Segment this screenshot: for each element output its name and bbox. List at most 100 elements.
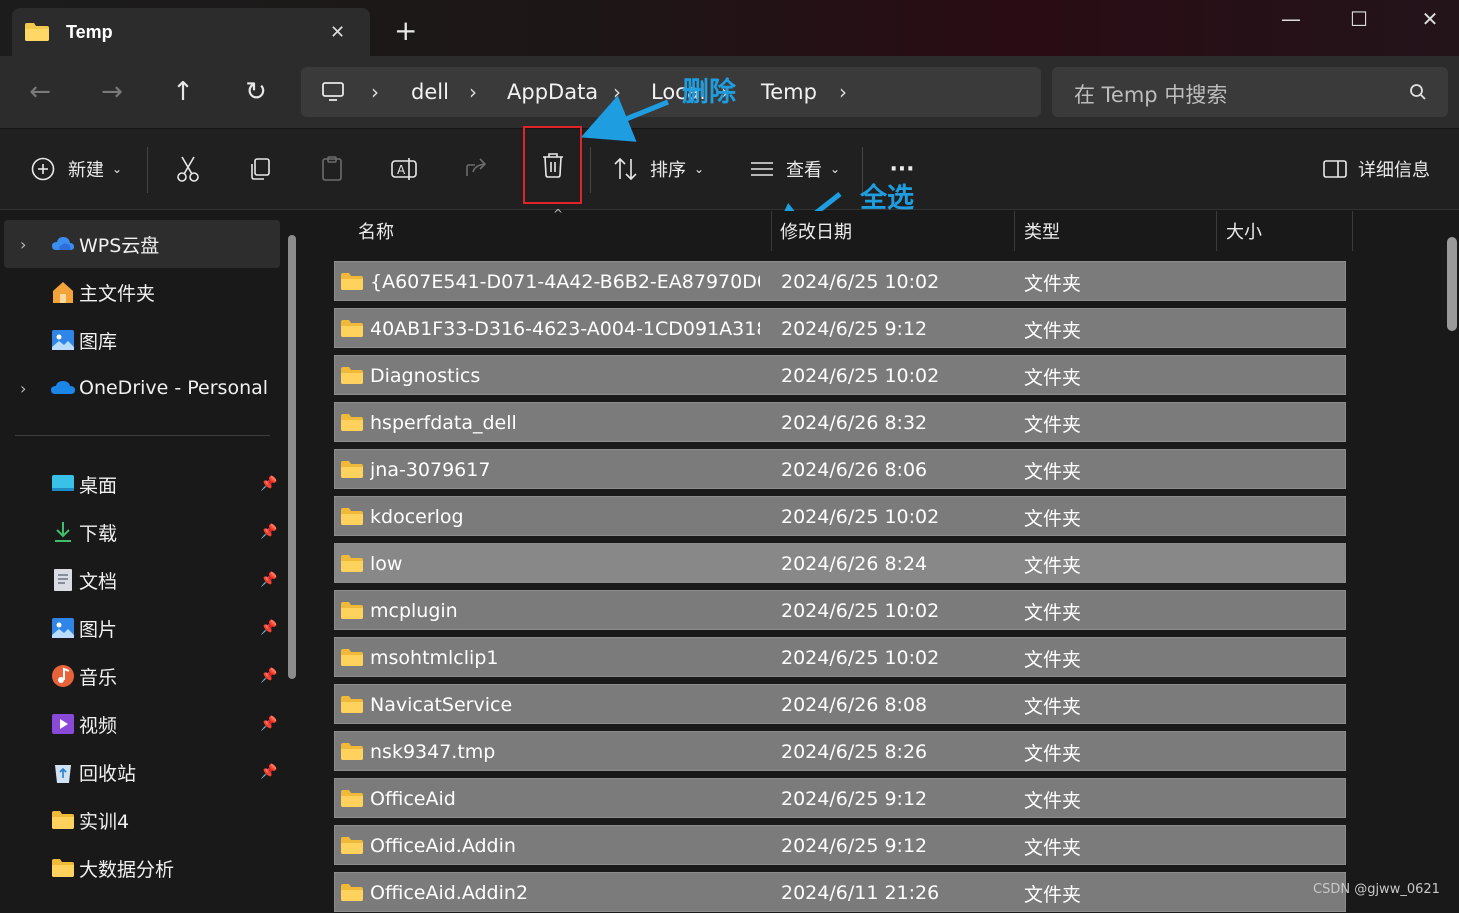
file-date: 2024/6/25 9:12 bbox=[781, 318, 928, 340]
sidebar-item-label: 音乐 bbox=[79, 666, 118, 689]
file-type: 文件夹 bbox=[1024, 507, 1082, 530]
folder-icon bbox=[341, 273, 363, 290]
folder-icon bbox=[341, 320, 363, 337]
video-icon bbox=[50, 711, 76, 737]
column-divider[interactable] bbox=[1216, 211, 1217, 251]
sidebar-item-label: 图片 bbox=[79, 618, 118, 641]
file-name: OfficeAid bbox=[370, 788, 456, 810]
file-date: 2024/6/25 10:02 bbox=[781, 647, 940, 669]
sidebar-item[interactable]: › OneDrive - Personal bbox=[4, 364, 280, 412]
sidebar-item[interactable]: 回收站 📌 bbox=[4, 748, 280, 796]
file-type: 文件夹 bbox=[1024, 460, 1082, 483]
file-date: 2024/6/26 8:06 bbox=[781, 459, 928, 481]
file-type: 文件夹 bbox=[1024, 366, 1082, 389]
file-type: 文件夹 bbox=[1024, 836, 1082, 859]
file-row[interactable]: OfficeAid.Addin2 2024/6/11 21:26 文件夹 bbox=[334, 872, 1346, 912]
column-header-date[interactable]: 修改日期 bbox=[780, 211, 852, 251]
sidebar-item[interactable]: 实训4 bbox=[4, 796, 280, 844]
navigation-pane: › WPS云盘 主文件夹 图库 › OneDrive - Personal 桌面 📌 下载 📌 文… bbox=[0, 211, 302, 909]
file-row[interactable]: {A607E541-D071-4A42-B6B2-EA87970D07... 20… bbox=[334, 261, 1346, 301]
sidebar-scrollbar[interactable] bbox=[288, 235, 296, 679]
sidebar-item[interactable]: 主文件夹 bbox=[4, 268, 280, 316]
file-name: mcplugin bbox=[370, 600, 458, 622]
file-name: jna-3079617 bbox=[370, 459, 491, 481]
file-type: 文件夹 bbox=[1024, 272, 1082, 295]
pin-icon[interactable]: 📌 bbox=[260, 764, 277, 780]
file-name: OfficeAid.Addin2 bbox=[370, 882, 529, 904]
column-divider[interactable] bbox=[771, 211, 772, 251]
pictures-icon bbox=[50, 615, 76, 641]
file-row[interactable]: mcplugin 2024/6/25 10:02 文件夹 bbox=[334, 590, 1346, 630]
file-date: 2024/6/26 8:32 bbox=[781, 412, 928, 434]
file-date: 2024/6/26 8:08 bbox=[781, 694, 928, 716]
download-icon bbox=[50, 519, 76, 545]
pin-icon[interactable]: 📌 bbox=[260, 476, 277, 492]
column-header-name[interactable]: 名称 bbox=[358, 211, 394, 251]
chevron-right-icon[interactable]: › bbox=[20, 235, 26, 254]
sidebar-item[interactable]: 视频 📌 bbox=[4, 700, 280, 748]
file-name: Diagnostics bbox=[370, 365, 481, 387]
pin-icon[interactable]: 📌 bbox=[260, 716, 277, 732]
sidebar-item[interactable]: 桌面 📌 bbox=[4, 460, 280, 508]
column-header-size[interactable]: 大小 bbox=[1226, 211, 1262, 251]
file-row[interactable]: OfficeAid 2024/6/25 9:12 文件夹 bbox=[334, 778, 1346, 818]
gallery-icon bbox=[50, 327, 76, 353]
file-type: 文件夹 bbox=[1024, 319, 1082, 342]
folder-icon bbox=[341, 461, 363, 478]
file-row[interactable]: OfficeAid.Addin 2024/6/25 9:12 文件夹 bbox=[334, 825, 1346, 865]
onedrive-icon bbox=[50, 375, 76, 401]
file-row[interactable]: 40AB1F33-D316-4623-A004-1CD091A318... 202… bbox=[334, 308, 1346, 348]
file-name: msohtmlclip1 bbox=[370, 647, 499, 669]
sidebar-item[interactable]: 图片 📌 bbox=[4, 604, 280, 652]
music-icon bbox=[50, 663, 76, 689]
sidebar-item[interactable]: › WPS云盘 bbox=[4, 220, 280, 268]
file-type: 文件夹 bbox=[1024, 695, 1082, 718]
file-type: 文件夹 bbox=[1024, 554, 1082, 577]
sort-ascending-icon: ^ bbox=[553, 207, 564, 221]
file-row[interactable]: kdocerlog 2024/6/25 10:02 文件夹 bbox=[334, 496, 1346, 536]
pin-icon[interactable]: 📌 bbox=[260, 620, 277, 636]
sidebar-divider bbox=[15, 435, 270, 436]
folder-icon bbox=[50, 807, 76, 833]
file-row[interactable]: hsperfdata_dell 2024/6/26 8:32 文件夹 bbox=[334, 402, 1346, 442]
watermark: CSDN @gjww_0621 bbox=[1313, 882, 1440, 897]
file-date: 2024/6/25 10:02 bbox=[781, 271, 940, 293]
pin-icon[interactable]: 📌 bbox=[260, 668, 277, 684]
column-header-type[interactable]: 类型 bbox=[1024, 211, 1060, 251]
sidebar-item[interactable]: 下载 📌 bbox=[4, 508, 280, 556]
file-list-scrollbar[interactable] bbox=[1447, 237, 1457, 331]
file-row[interactable]: nsk9347.tmp 2024/6/25 8:26 文件夹 bbox=[334, 731, 1346, 771]
column-divider[interactable] bbox=[1014, 211, 1015, 251]
file-date: 2024/6/26 8:24 bbox=[781, 553, 928, 575]
chevron-right-icon[interactable]: › bbox=[20, 379, 26, 398]
folder-icon bbox=[341, 367, 363, 384]
column-divider[interactable] bbox=[1352, 211, 1353, 251]
sidebar-item[interactable]: 大数据分析 bbox=[4, 844, 280, 892]
sidebar-item[interactable]: 图库 bbox=[4, 316, 280, 364]
sidebar-item[interactable]: 文档 📌 bbox=[4, 556, 280, 604]
sidebar-item-label: 文档 bbox=[79, 570, 118, 593]
folder-icon bbox=[341, 743, 363, 760]
pin-icon[interactable]: 📌 bbox=[260, 524, 277, 540]
file-row[interactable]: jna-3079617 2024/6/26 8:06 文件夹 bbox=[334, 449, 1346, 489]
file-type: 文件夹 bbox=[1024, 648, 1082, 671]
sidebar-item-label: 大数据分析 bbox=[79, 858, 175, 881]
file-row[interactable]: NavicatService 2024/6/26 8:08 文件夹 bbox=[334, 684, 1346, 724]
sidebar-item[interactable]: 音乐 📌 bbox=[4, 652, 280, 700]
sidebar-item-label: WPS云盘 bbox=[79, 234, 160, 257]
sidebar-item-label: 下载 bbox=[79, 522, 118, 545]
pin-icon[interactable]: 📌 bbox=[260, 572, 277, 588]
home-icon bbox=[50, 279, 76, 305]
file-row[interactable]: Diagnostics 2024/6/25 10:02 文件夹 bbox=[334, 355, 1346, 395]
file-date: 2024/6/11 21:26 bbox=[781, 882, 940, 904]
desktop-icon bbox=[50, 471, 76, 497]
sidebar-item-label: 桌面 bbox=[79, 474, 118, 497]
file-row[interactable]: msohtmlclip1 2024/6/25 10:02 文件夹 bbox=[334, 637, 1346, 677]
sidebar-item-label: 主文件夹 bbox=[79, 282, 156, 305]
sidebar-item-label: 回收站 bbox=[79, 762, 137, 785]
file-type: 文件夹 bbox=[1024, 742, 1082, 765]
file-date: 2024/6/25 9:12 bbox=[781, 835, 928, 857]
folder-icon bbox=[341, 696, 363, 713]
file-row[interactable]: low 2024/6/26 8:24 文件夹 bbox=[334, 543, 1346, 583]
file-name: kdocerlog bbox=[370, 506, 464, 528]
